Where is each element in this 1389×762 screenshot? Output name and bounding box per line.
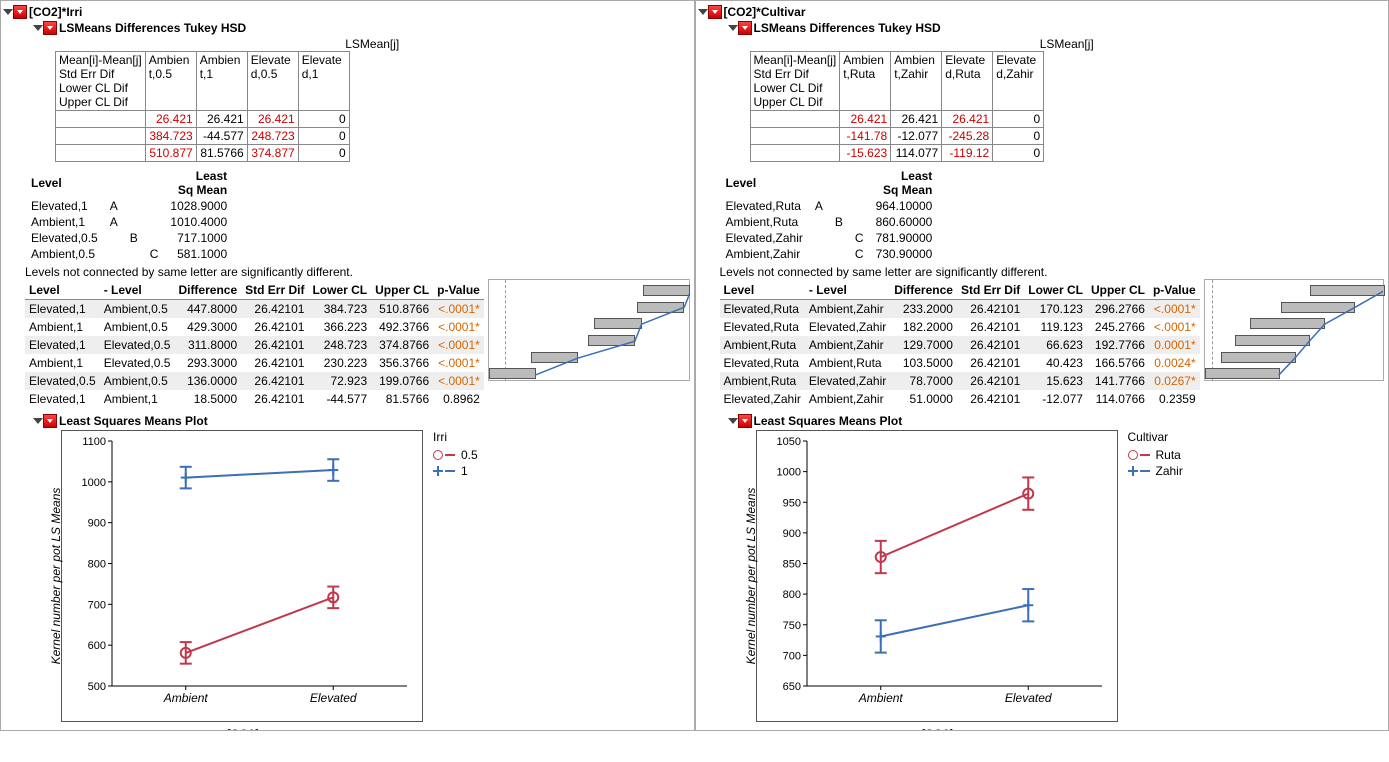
svg-text:800: 800 <box>88 559 106 571</box>
svg-text:1000: 1000 <box>776 467 800 479</box>
section-title: [CO2]*Irri <box>29 5 82 19</box>
significance-note: Levels not connected by same letter are … <box>25 265 690 279</box>
svg-text:Elevated: Elevated <box>1004 691 1051 705</box>
subsection-title: Least Squares Means Plot <box>754 414 903 428</box>
svg-text:1050: 1050 <box>776 436 800 448</box>
differences-chart <box>488 279 690 381</box>
menu-icon[interactable] <box>43 414 57 428</box>
svg-text:700: 700 <box>782 650 800 662</box>
menu-icon[interactable] <box>708 5 722 19</box>
svg-text:850: 850 <box>782 559 800 571</box>
svg-text:Ambient: Ambient <box>857 691 903 705</box>
ls-means-plot: Kernel number per pot LS Means [CO2] 500… <box>61 430 423 722</box>
menu-icon[interactable] <box>738 21 752 35</box>
disclosure-icon[interactable] <box>3 9 13 15</box>
lsmeans-table: LevelLeastSq MeanElevated,1A1028.9000Amb… <box>25 168 233 262</box>
significance-note: Levels not connected by same letter are … <box>720 265 1385 279</box>
ls-means-plot: Kernel number per pot LS Means [CO2] 650… <box>756 430 1118 722</box>
disclosure-icon[interactable] <box>33 25 43 31</box>
svg-text:900: 900 <box>88 518 106 530</box>
section-header-tukey[interactable]: LSMeans Differences Tukey HSD <box>730 21 1385 35</box>
subsection-title: LSMeans Differences Tukey HSD <box>754 21 941 35</box>
disclosure-icon[interactable] <box>33 418 43 424</box>
svg-text:650: 650 <box>782 681 800 693</box>
plot-legend: Irri0.51 <box>433 430 478 722</box>
panel-co2-cultivar: [CO2]*Cultivar LSMeans Differences Tukey… <box>695 0 1389 731</box>
differences-table: Level- LevelDifferenceStd Err DifLower C… <box>25 281 484 408</box>
svg-text:1100: 1100 <box>82 436 106 448</box>
svg-text:700: 700 <box>88 599 106 611</box>
menu-icon[interactable] <box>13 5 27 19</box>
matrix-header: LSMean[j] <box>55 37 690 51</box>
section-header-lsplot[interactable]: Least Squares Means Plot <box>730 414 1385 428</box>
section-header-tukey[interactable]: LSMeans Differences Tukey HSD <box>35 21 690 35</box>
svg-text:Ambient: Ambient <box>163 691 209 705</box>
differences-table: Level- LevelDifferenceStd Err DifLower C… <box>720 281 1200 408</box>
svg-text:Elevated: Elevated <box>310 691 357 705</box>
plot-legend: CultivarRutaZahir <box>1128 430 1183 722</box>
differences-chart <box>1204 279 1384 381</box>
svg-text:600: 600 <box>88 640 106 652</box>
svg-text:800: 800 <box>782 589 800 601</box>
y-axis-label: Kernel number per pot LS Means <box>49 488 63 665</box>
subsection-title: LSMeans Differences Tukey HSD <box>59 21 246 35</box>
y-axis-label: Kernel number per pot LS Means <box>744 488 758 665</box>
section-title: [CO2]*Cultivar <box>724 5 806 19</box>
menu-icon[interactable] <box>738 414 752 428</box>
matrix-header: LSMean[j] <box>750 37 1385 51</box>
lsmeans-matrix: Mean[i]-Mean[j]Std Err DifLower CL DifUp… <box>55 51 350 162</box>
svg-text:500: 500 <box>88 681 106 693</box>
disclosure-icon[interactable] <box>728 25 738 31</box>
svg-text:950: 950 <box>782 497 800 509</box>
lsmeans-table: LevelLeastSq MeanElevated,RutaA964.10000… <box>720 168 939 262</box>
svg-text:900: 900 <box>782 528 800 540</box>
svg-text:750: 750 <box>782 620 800 632</box>
x-axis-label: [CO2] <box>62 727 422 731</box>
lsmeans-matrix: Mean[i]-Mean[j]Std Err DifLower CL DifUp… <box>750 51 1045 162</box>
section-header-co2-irri[interactable]: [CO2]*Irri <box>5 5 690 19</box>
svg-text:1000: 1000 <box>82 477 106 489</box>
section-header-co2-cultivar[interactable]: [CO2]*Cultivar <box>700 5 1385 19</box>
disclosure-icon[interactable] <box>698 9 708 15</box>
x-axis-label: [CO2] <box>757 727 1117 731</box>
section-header-lsplot[interactable]: Least Squares Means Plot <box>35 414 690 428</box>
subsection-title: Least Squares Means Plot <box>59 414 208 428</box>
menu-icon[interactable] <box>43 21 57 35</box>
panel-co2-irri: [CO2]*Irri LSMeans Differences Tukey HSD… <box>0 0 695 731</box>
disclosure-icon[interactable] <box>728 418 738 424</box>
